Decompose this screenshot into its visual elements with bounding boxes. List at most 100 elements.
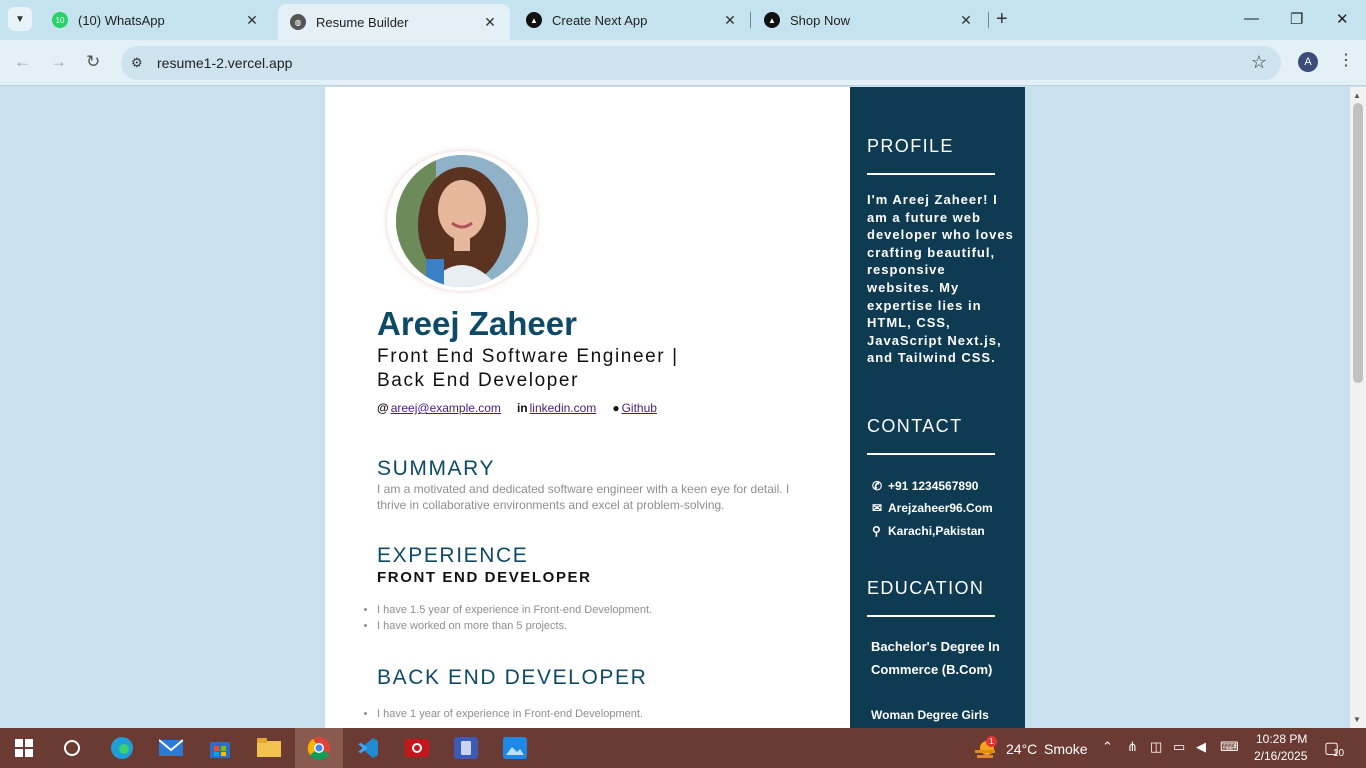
linkedin-icon: in xyxy=(516,401,528,415)
site-info-icon[interactable]: ⚙ xyxy=(131,55,143,71)
email-text: Arejzaheer96.Com xyxy=(888,501,993,515)
clock-date[interactable]: 2/16/2025 xyxy=(1254,749,1307,763)
url-text: resume1-2.vercel.app xyxy=(157,55,293,71)
new-tab-icon[interactable]: + xyxy=(996,9,1008,29)
bookmark-star-icon[interactable]: ☆ xyxy=(1251,52,1267,73)
resume-main-column: Areej Zaheer Front End Software Engineer… xyxy=(325,87,850,728)
divider xyxy=(867,173,995,175)
weather-temp[interactable]: 24°C xyxy=(1006,741,1037,757)
email-link-wrap: @ areej@example.com xyxy=(377,401,501,415)
close-tab-icon[interactable]: ✕ xyxy=(244,12,260,29)
search-circle-icon[interactable] xyxy=(58,734,86,762)
github-icon: ● xyxy=(612,401,620,415)
minimize-icon[interactable]: — xyxy=(1244,10,1259,27)
chevron-down-icon: ▼ xyxy=(15,13,25,25)
tab-title: Create Next App xyxy=(552,12,648,28)
scroll-down-icon[interactable]: ▼ xyxy=(1353,715,1361,724)
close-tab-icon[interactable]: ✕ xyxy=(722,12,738,29)
whatsapp-icon: 10 xyxy=(52,12,68,28)
edge-icon[interactable] xyxy=(108,734,136,762)
list-item: I have 1.5 year of experience in Front-e… xyxy=(377,604,652,616)
close-tab-icon[interactable]: ✕ xyxy=(482,14,498,31)
windows-start-icon[interactable] xyxy=(10,734,38,762)
envelope-icon: ✉ xyxy=(872,501,883,515)
list-item: I have 1 year of experience in Front-end… xyxy=(377,708,643,720)
contact-email: ✉ Arejzaheer96.Com xyxy=(872,501,993,515)
notification-count: 10 xyxy=(1333,748,1345,759)
portrait-image xyxy=(396,155,528,287)
volume-icon[interactable]: ◀ xyxy=(1196,739,1206,755)
tab-separator xyxy=(988,12,989,28)
tab-shop-now[interactable]: ▲ Shop Now ✕ xyxy=(752,0,986,40)
more-menu-icon[interactable]: ⋮ xyxy=(1338,50,1354,70)
contact-location: ⚲ Karachi,Pakistan xyxy=(872,524,985,538)
linkedin-link[interactable]: linkedin.com xyxy=(530,401,597,415)
tab-title: Resume Builder xyxy=(316,14,409,30)
scroll-up-icon[interactable]: ▲ xyxy=(1353,91,1361,100)
tab-separator xyxy=(750,12,751,28)
photos-icon[interactable] xyxy=(501,734,529,762)
close-tab-icon[interactable]: ✕ xyxy=(958,12,974,29)
globe-icon: ◍ xyxy=(290,14,306,30)
education-school: Woman Degree Girls xyxy=(871,708,989,722)
summary-heading: SUMMARY xyxy=(377,457,496,480)
restore-icon[interactable]: ❐ xyxy=(1290,10,1303,28)
recorder-icon[interactable] xyxy=(403,734,431,762)
browser-toolbar: ← → ↻ ⚙ resume1-2.vercel.app ☆ A ⋮ xyxy=(0,40,1366,86)
mail-icon[interactable] xyxy=(157,734,185,762)
job-title-backend: BACK END DEVELOPER xyxy=(377,666,648,689)
contact-phone: ✆ +91 1234567890 xyxy=(872,479,978,493)
vscode-icon[interactable] xyxy=(354,734,382,762)
store-icon[interactable] xyxy=(206,734,234,762)
contact-links: @ areej@example.com in linkedin.com ● Githu… xyxy=(377,401,657,415)
close-window-icon[interactable]: ✕ xyxy=(1336,10,1349,28)
education-degree: Bachelor's Degree In Commerce (B.Com) xyxy=(871,639,1000,677)
list-item: I have worked on more than 5 projects. xyxy=(377,620,652,632)
page-viewport: Areej Zaheer Front End Software Engineer… xyxy=(0,87,1350,728)
phone-link-icon[interactable] xyxy=(452,734,480,762)
tab-create-next-app[interactable]: ▲ Create Next App ✕ xyxy=(514,0,750,40)
address-bar[interactable]: ⚙ resume1-2.vercel.app ☆ xyxy=(121,46,1281,80)
meet-icon[interactable]: ◫ xyxy=(1150,739,1162,755)
at-icon: @ xyxy=(377,401,389,415)
scroll-thumb[interactable] xyxy=(1353,103,1363,383)
tab-search-button[interactable]: ▼ xyxy=(8,7,32,31)
github-link-wrap: ● Github xyxy=(612,401,657,415)
tab-whatsapp[interactable]: 10 (10) WhatsApp ✕ xyxy=(40,0,272,40)
reload-icon[interactable]: ↻ xyxy=(86,52,100,72)
network-icon[interactable]: ⋔ xyxy=(1127,739,1138,755)
divider xyxy=(867,615,995,617)
weather-desc[interactable]: Smoke xyxy=(1044,741,1088,757)
email-link[interactable]: areej@example.com xyxy=(391,401,501,415)
tab-title: (10) WhatsApp xyxy=(78,12,165,28)
keyboard-icon[interactable]: ⌨ xyxy=(1220,739,1239,755)
profile-text: I'm Areej Zaheer! I am a future web deve… xyxy=(867,192,1014,366)
nextjs-icon: ▲ xyxy=(526,12,542,28)
location-text: Karachi,Pakistan xyxy=(888,524,985,538)
divider xyxy=(867,453,995,455)
linkedin-link-wrap: in linkedin.com xyxy=(517,401,596,415)
location-pin-icon: ⚲ xyxy=(872,524,881,538)
tab-resume-builder[interactable]: ◍ Resume Builder ✕ xyxy=(278,4,510,40)
forward-icon[interactable]: → xyxy=(50,52,67,72)
phone-text: +91 1234567890 xyxy=(888,479,979,493)
profile-avatar[interactable]: A xyxy=(1298,52,1318,72)
contact-heading: CONTACT xyxy=(867,416,963,436)
chrome-icon[interactable] xyxy=(305,734,333,762)
resume-role: Front End Software Engineer | Back End D… xyxy=(377,346,679,391)
education-heading: EDUCATION xyxy=(867,578,985,598)
profile-heading: PROFILE xyxy=(867,136,954,156)
github-link[interactable]: Github xyxy=(622,401,657,415)
battery-icon[interactable]: ▭ xyxy=(1173,739,1185,755)
back-icon[interactable]: ← xyxy=(14,52,31,72)
page-scrollbar[interactable]: ▲ ▼ xyxy=(1350,87,1366,728)
resume-name: Areej Zaheer xyxy=(377,305,577,342)
clock-time[interactable]: 10:28 PM xyxy=(1256,732,1307,746)
windows-taskbar: 1 24°C Smoke ⌃ ⋔ ◫ ▭ ◀ ⌨ 10:28 PM 2/16/2… xyxy=(0,728,1366,768)
tab-strip: ▼ 10 (10) WhatsApp ✕ ◍ Resume Builder ✕ … xyxy=(0,0,1366,40)
job-frontend-points: I have 1.5 year of experience in Front-e… xyxy=(377,604,652,636)
weather-alert-badge: 1 xyxy=(986,736,997,747)
summary-text: I am a motivated and dedicated software … xyxy=(377,482,790,512)
file-explorer-icon[interactable] xyxy=(255,734,283,762)
tray-chevron-up-icon[interactable]: ⌃ xyxy=(1102,739,1113,755)
